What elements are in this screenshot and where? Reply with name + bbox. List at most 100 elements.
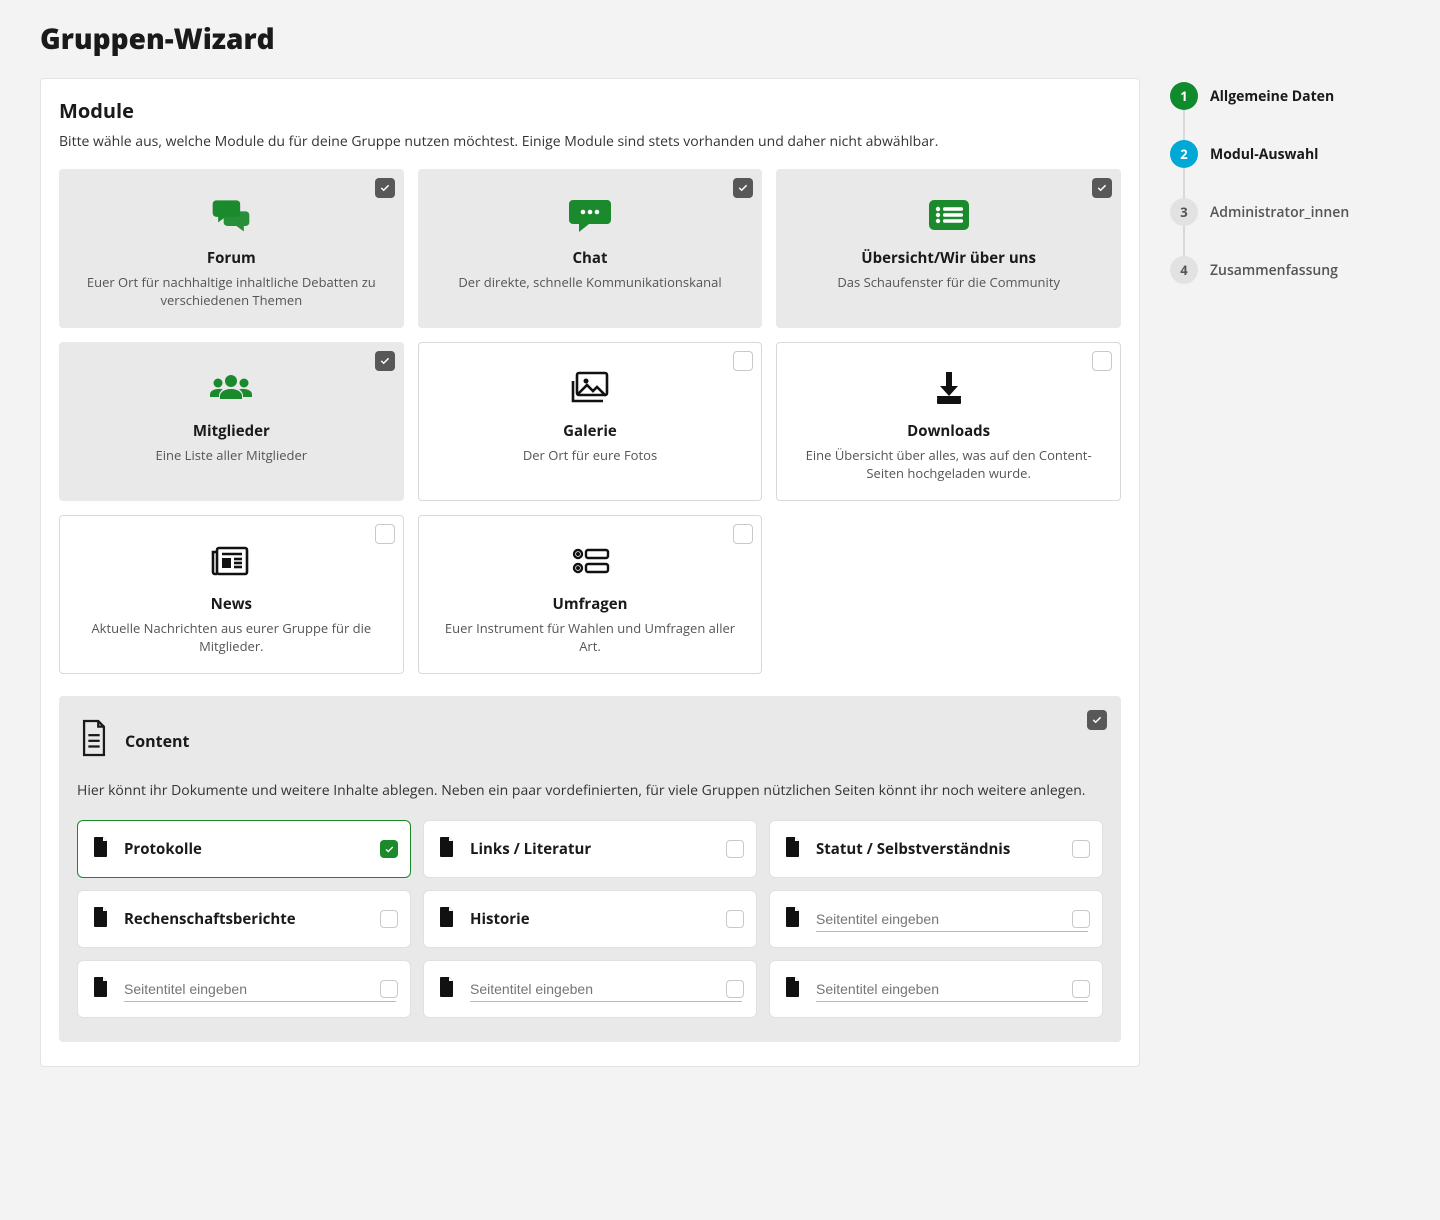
step-number-icon: 3 bbox=[1170, 198, 1198, 226]
module-card-about: Übersicht/Wir über uns Das Schaufenster f… bbox=[776, 169, 1121, 328]
module-card-members: Mitglieder Eine Liste aller Mitglieder bbox=[59, 342, 404, 501]
content-page-card[interactable] bbox=[423, 960, 757, 1018]
content-page-check[interactable] bbox=[726, 840, 744, 858]
content-page-card[interactable]: Rechenschaftsberichte bbox=[77, 890, 411, 948]
module-desc: Das Schaufenster für die Community bbox=[791, 274, 1106, 292]
content-page-check[interactable] bbox=[1072, 910, 1090, 928]
module-card-surveys[interactable]: Umfragen Euer Instrument für Wahlen und U… bbox=[418, 515, 763, 674]
step-number-icon: 1 bbox=[1170, 82, 1198, 110]
content-page-label: Statut / Selbstverständnis bbox=[816, 839, 1010, 859]
content-page-card[interactable]: Historie bbox=[423, 890, 757, 948]
content-page-title-input[interactable] bbox=[816, 977, 1088, 1002]
content-page-check[interactable] bbox=[380, 980, 398, 998]
module-desc: Eine Übersicht über alles, was auf den C… bbox=[791, 447, 1106, 482]
module-card-gallery[interactable]: Galerie Der Ort für eure Fotos bbox=[418, 342, 763, 501]
content-panel: Content Hier könnt ihr Dokumente und wei… bbox=[59, 696, 1121, 1042]
content-page-card[interactable] bbox=[769, 960, 1103, 1018]
step-label: Modul-Auswahl bbox=[1210, 145, 1318, 164]
content-page-card[interactable] bbox=[77, 960, 411, 1018]
wizard-step-1[interactable]: 1 Allgemeine Daten bbox=[1170, 82, 1400, 140]
document-icon bbox=[438, 976, 456, 1003]
module-card-chat: Chat Der direkte, schnelle Kommunikations… bbox=[418, 169, 763, 328]
content-page-label: Historie bbox=[470, 909, 530, 929]
content-page-title-input[interactable] bbox=[816, 907, 1088, 932]
module-card-downloads[interactable]: Downloads Eine Übersicht über alles, was … bbox=[776, 342, 1121, 501]
content-page-title-input[interactable] bbox=[124, 977, 396, 1002]
module-desc: Eine Liste aller Mitglieder bbox=[74, 447, 389, 465]
main-panel: Module Bitte wähle aus, welche Module du… bbox=[40, 78, 1140, 1067]
section-desc: Bitte wähle aus, welche Module du für de… bbox=[59, 132, 1121, 151]
chat-bubbles-icon bbox=[74, 192, 389, 238]
content-page-check[interactable] bbox=[1072, 980, 1090, 998]
wizard-step-4[interactable]: 4 Zusammenfassung bbox=[1170, 256, 1400, 284]
speech-icon bbox=[433, 192, 748, 238]
module-check-chat bbox=[733, 178, 753, 198]
document-icon bbox=[784, 906, 802, 933]
page-title: Gruppen-Wizard bbox=[40, 20, 1400, 58]
document-icon bbox=[92, 906, 110, 933]
content-locked-check-icon bbox=[1087, 710, 1107, 730]
module-title: Übersicht/Wir über uns bbox=[791, 248, 1106, 268]
module-desc: Der direkte, schnelle Kommunikationskana… bbox=[433, 274, 748, 292]
module-title: Galerie bbox=[433, 421, 748, 441]
document-icon bbox=[438, 836, 456, 863]
module-desc: Aktuelle Nachrichten aus eurer Gruppe fü… bbox=[74, 620, 389, 655]
module-title: Chat bbox=[433, 248, 748, 268]
module-check-members bbox=[375, 351, 395, 371]
document-lines-icon bbox=[77, 718, 111, 763]
module-check-news[interactable] bbox=[375, 524, 395, 544]
document-icon bbox=[784, 976, 802, 1003]
survey-icon bbox=[433, 538, 748, 584]
wizard-step-2[interactable]: 2 Modul-Auswahl bbox=[1170, 140, 1400, 198]
content-page-title-input[interactable] bbox=[470, 977, 742, 1002]
content-page-check[interactable] bbox=[380, 840, 398, 858]
wizard-step-3[interactable]: 3 Administrator_innen bbox=[1170, 198, 1400, 256]
images-icon bbox=[433, 365, 748, 411]
step-label: Allgemeine Daten bbox=[1210, 87, 1334, 106]
list-icon bbox=[791, 192, 1106, 238]
module-check-downloads[interactable] bbox=[1092, 351, 1112, 371]
content-page-check[interactable] bbox=[380, 910, 398, 928]
module-title: Umfragen bbox=[433, 594, 748, 614]
content-title: Content bbox=[125, 730, 189, 752]
module-check-about bbox=[1092, 178, 1112, 198]
content-desc: Hier könnt ihr Dokumente und weitere Inh… bbox=[77, 781, 1103, 800]
step-label: Administrator_innen bbox=[1210, 203, 1349, 222]
step-label: Zusammenfassung bbox=[1210, 261, 1338, 280]
module-card-forum: Forum Euer Ort für nachhaltige inhaltlich… bbox=[59, 169, 404, 328]
download-icon bbox=[791, 365, 1106, 411]
step-number-icon: 4 bbox=[1170, 256, 1198, 284]
content-grid: Protokolle Links / Literatur Statut / Selb… bbox=[77, 820, 1103, 1018]
content-page-check[interactable] bbox=[1072, 840, 1090, 858]
content-page-label: Rechenschaftsberichte bbox=[124, 909, 296, 929]
module-desc: Euer Instrument für Wahlen und Umfragen … bbox=[433, 620, 748, 655]
content-page-card[interactable]: Links / Literatur bbox=[423, 820, 757, 878]
module-check-gallery[interactable] bbox=[733, 351, 753, 371]
module-title: Downloads bbox=[791, 421, 1106, 441]
modules-grid: Forum Euer Ort für nachhaltige inhaltlich… bbox=[59, 169, 1121, 674]
document-icon bbox=[438, 906, 456, 933]
module-desc: Der Ort für eure Fotos bbox=[433, 447, 748, 465]
module-check-surveys[interactable] bbox=[733, 524, 753, 544]
content-page-check[interactable] bbox=[726, 910, 744, 928]
content-page-card[interactable]: Statut / Selbstverständnis bbox=[769, 820, 1103, 878]
module-title: News bbox=[74, 594, 389, 614]
users-icon bbox=[74, 365, 389, 411]
module-desc: Euer Ort für nachhaltige inhaltliche Deb… bbox=[74, 274, 389, 309]
content-page-label: Protokolle bbox=[124, 839, 202, 859]
news-icon bbox=[74, 538, 389, 584]
content-page-label: Links / Literatur bbox=[470, 839, 591, 859]
module-card-news[interactable]: News Aktuelle Nachrichten aus eurer Grupp… bbox=[59, 515, 404, 674]
section-title: Module bbox=[59, 97, 1121, 124]
module-title: Forum bbox=[74, 248, 389, 268]
document-icon bbox=[92, 976, 110, 1003]
document-icon bbox=[784, 836, 802, 863]
wizard-steps: 1 Allgemeine Daten 2 Modul-Auswahl 3 Administ… bbox=[1170, 78, 1400, 284]
content-page-card[interactable]: Protokolle bbox=[77, 820, 411, 878]
module-check-forum bbox=[375, 178, 395, 198]
module-title: Mitglieder bbox=[74, 421, 389, 441]
document-icon bbox=[92, 836, 110, 863]
content-page-check[interactable] bbox=[726, 980, 744, 998]
step-number-icon: 2 bbox=[1170, 140, 1198, 168]
content-page-card[interactable] bbox=[769, 890, 1103, 948]
